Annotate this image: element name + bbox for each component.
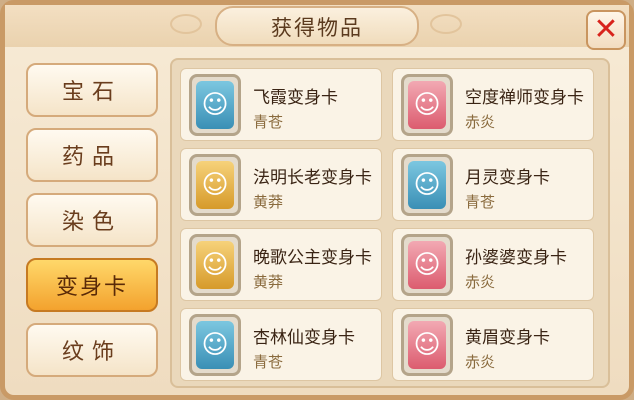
item-card-yueling[interactable]: ☺ 月灵变身卡 青苍 (392, 148, 594, 221)
close-x-icon: ✕ (593, 12, 619, 47)
item-faction: 赤炎 (465, 113, 496, 131)
portrait-icon: ☺ (401, 234, 453, 296)
item-name: 晚歌公主变身卡 (253, 248, 372, 268)
portrait-icon: ☺ (189, 74, 241, 136)
tab-transform-card[interactable]: 变身卡 (26, 258, 158, 312)
portrait-icon: ☺ (401, 154, 453, 216)
item-name: 杏林仙变身卡 (253, 328, 355, 348)
item-name: 孙婆婆变身卡 (465, 248, 567, 268)
close-button[interactable]: ✕ (586, 10, 626, 50)
item-card-feixia[interactable]: ☺ 飞霞变身卡 青苍 (180, 68, 382, 141)
window-title: 获得物品 (271, 16, 363, 40)
decor-swirl-left (170, 14, 202, 34)
item-faction: 青苍 (253, 113, 284, 131)
item-card-kongdu[interactable]: ☺ 空度禅师变身卡 赤炎 (392, 68, 594, 141)
portrait-icon: ☺ (189, 314, 241, 376)
item-faction: 黄莽 (253, 273, 284, 291)
item-name: 月灵变身卡 (465, 168, 550, 188)
portrait-icon: ☺ (189, 234, 241, 296)
item-card-xinglin[interactable]: ☺ 杏林仙变身卡 青苍 (180, 308, 382, 381)
item-card-faming[interactable]: ☺ 法明长老变身卡 黄莽 (180, 148, 382, 221)
item-card-huangmei[interactable]: ☺ 黄眉变身卡 赤炎 (392, 308, 594, 381)
item-card-sunpopo[interactable]: ☺ 孙婆婆变身卡 赤炎 (392, 228, 594, 301)
decor-swirl-right (430, 14, 462, 34)
item-name: 黄眉变身卡 (465, 328, 550, 348)
portrait-icon: ☺ (401, 74, 453, 136)
item-faction: 青苍 (253, 353, 284, 371)
tab-dye[interactable]: 染色 (26, 193, 158, 247)
item-faction: 赤炎 (465, 273, 496, 291)
item-name: 空度禅师变身卡 (465, 88, 584, 108)
item-faction: 青苍 (465, 193, 496, 211)
item-faction: 赤炎 (465, 353, 496, 371)
item-name: 法明长老变身卡 (253, 168, 372, 188)
item-name: 飞霞变身卡 (253, 88, 338, 108)
portrait-icon: ☺ (401, 314, 453, 376)
item-grid: ☺ 飞霞变身卡 青苍 ☺ 空度禅师变身卡 赤炎 ☺ 法明长老变身卡 黄莽 ☺ 月… (170, 58, 610, 388)
tab-medicine[interactable]: 药品 (26, 128, 158, 182)
tab-ornament[interactable]: 纹饰 (26, 323, 158, 377)
tab-gems[interactable]: 宝石 (26, 63, 158, 117)
item-faction: 黄莽 (253, 193, 284, 211)
item-card-wange[interactable]: ☺ 晚歌公主变身卡 黄莽 (180, 228, 382, 301)
portrait-icon: ☺ (189, 154, 241, 216)
